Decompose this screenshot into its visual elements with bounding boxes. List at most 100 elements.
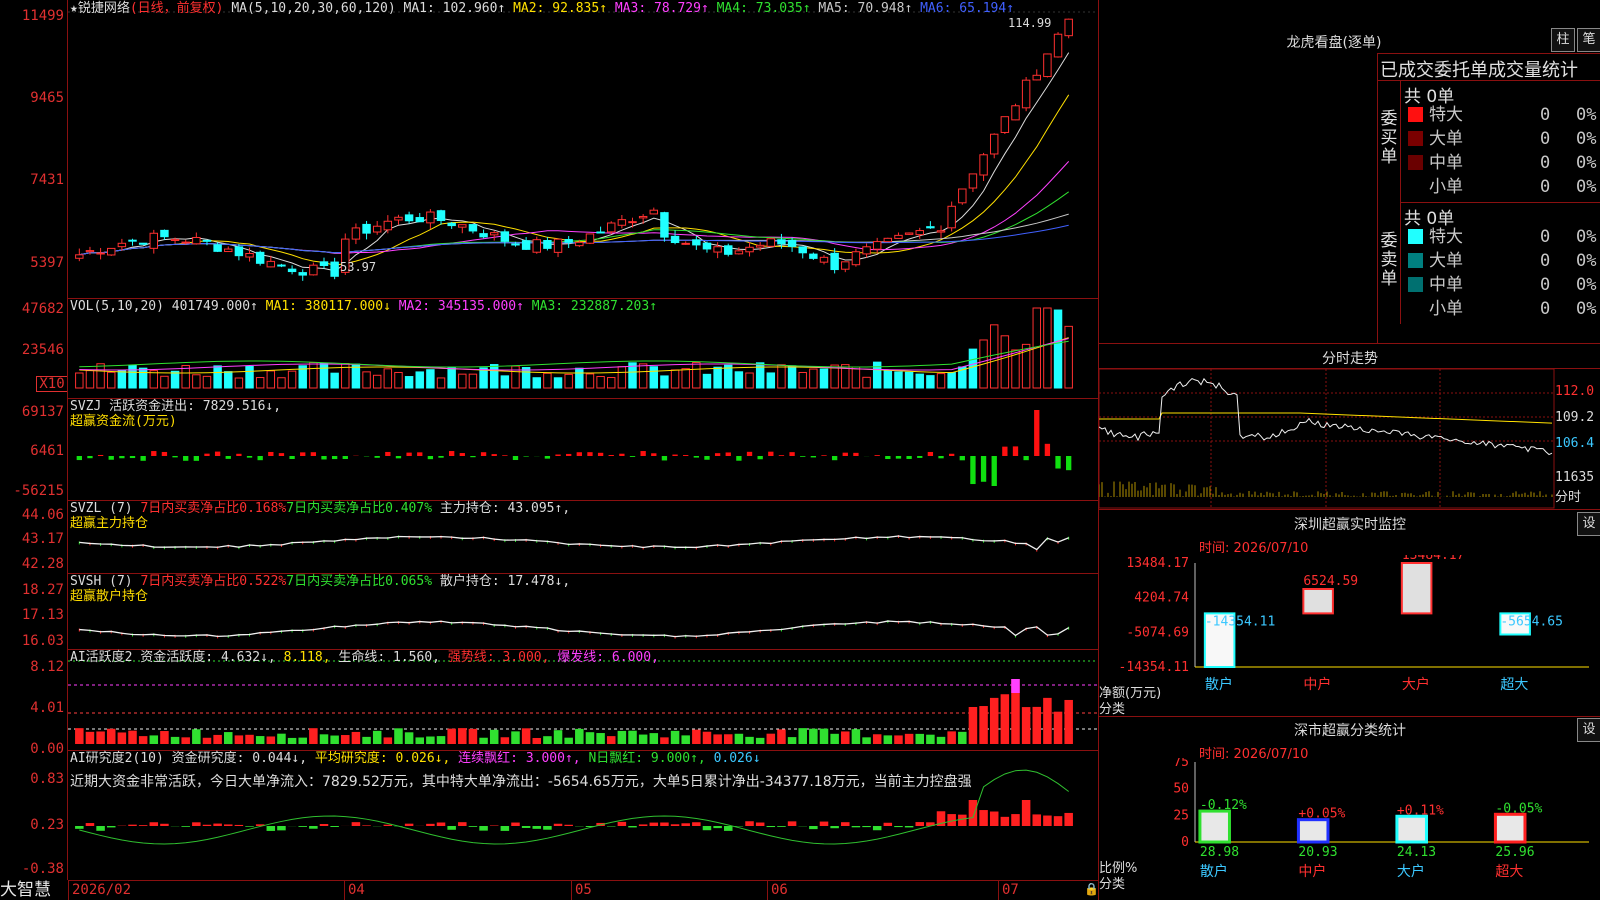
svsh-pane[interactable]: SVSH (7) 7日内买卖净占比0.522%7日内买卖净占比0.065% 散户… (68, 573, 1098, 650)
lock-icon[interactable]: 🔒 (1084, 882, 1099, 896)
volume-bar (638, 363, 648, 389)
date-label: 04 (348, 882, 365, 898)
monitor-chart[interactable]: 13484.17 4204.74 -5074.69 -14354.11 -14354.1… (1099, 555, 1600, 715)
research-bar (851, 826, 861, 828)
class-settings-button[interactable]: 设 (1577, 718, 1600, 742)
axis-label: 69137 (21, 404, 64, 420)
ma-value-4: MA4: 73.035↑ (708, 1, 811, 16)
activity-bar (521, 728, 531, 744)
activity-bar (75, 728, 84, 744)
volume-bar (1053, 309, 1063, 389)
sz-monitor-title: 深圳超赢实时监控 (1294, 517, 1406, 533)
vol-label: VOL(5,10,20) (70, 299, 164, 314)
svzj-pane[interactable]: SVZJ 活跃资金进出: 7829.516↓, 超赢资金流(万元) (68, 398, 1098, 501)
ai-research-pane[interactable]: AI研究度2(10) 资金研究度: 0.044↓, 平均研究度: 0.026↓,… (68, 750, 1098, 881)
volume-bar (160, 375, 169, 389)
activity-bar (1000, 694, 1010, 744)
tick-mode-button[interactable]: 笔 (1577, 28, 1600, 52)
activity-bar (947, 731, 956, 744)
volume-pane[interactable]: VOL(5,10,20) 401749.000↑ MA1: 380117.000… (68, 298, 1098, 399)
candle-body (670, 235, 680, 244)
svzj-bar (268, 451, 274, 456)
activity-bar (532, 737, 542, 744)
activity-bar (479, 737, 488, 744)
candle-body (947, 205, 956, 229)
candle-body (85, 250, 95, 253)
dragon-row: 小单 0 0% (1408, 175, 1600, 199)
axis-label: -56215 (13, 483, 64, 499)
ai-active-pane[interactable]: AI活跃度2 资金活跃度: 4.632↓, 8.118, 生命线: 1.560,… (68, 649, 1098, 751)
activity-bar (830, 733, 839, 744)
kline-pane[interactable]: ★锐捷网络(日线，前复权) MA(5,10,20,30,60,120) MA1:… (68, 0, 1098, 299)
star-icon[interactable]: ★ (70, 1, 78, 16)
intraday-axis: 109.2 (1555, 410, 1595, 425)
date-axis: 2026/02 04 05 06 07 🔒 (68, 880, 1099, 900)
research-bar (245, 826, 254, 827)
monitor-axis-label: -5074.69 (1126, 625, 1189, 640)
class-bar (1493, 812, 1527, 844)
volume-bar (862, 376, 871, 389)
volume-bar (1064, 325, 1073, 389)
class-chart[interactable]: 75 50 25 0 -0.12% 28.98 散户 +0.05% 20.93 中户 +0.11% 2… (1099, 758, 1600, 900)
research-bar (447, 826, 456, 830)
volume-bar (202, 375, 212, 389)
svzj-bar (502, 455, 508, 456)
axis-label: 18.27 (21, 582, 64, 598)
research-bar (362, 825, 371, 826)
svzj-bar (1023, 456, 1029, 461)
activity-bar (1053, 711, 1063, 744)
activity-bar (1064, 699, 1073, 744)
kline-chart[interactable] (68, 0, 1098, 298)
volume-bar (819, 368, 829, 389)
research-bar (181, 826, 190, 827)
research-bar (787, 821, 797, 826)
ai-research-chart[interactable] (68, 750, 1098, 880)
research-bar (830, 826, 839, 829)
monitor-axis-label: -14354.11 (1119, 660, 1189, 675)
intraday-chart[interactable] (1099, 369, 1600, 509)
bar-mode-button[interactable]: 柱 (1551, 28, 1575, 52)
volume-ma-line (79, 337, 1069, 374)
research-bar (915, 822, 924, 826)
axis-label: 23546 (21, 342, 64, 358)
ma-value-2: MA2: 92.835↑ (505, 1, 608, 16)
volume-bar (915, 373, 924, 389)
svzj-bar (651, 453, 657, 456)
ai-research-header: AI研究度2(10) 资金研究度: 0.044↓, 平均研究度: 0.026↓,… (70, 751, 761, 767)
candle-body (1043, 53, 1052, 78)
svzl-pane[interactable]: SVZL (7) 7日内买卖净占比0.168%7日内买卖净占比0.407% 主力… (68, 500, 1098, 574)
dragon-row-label: 大单 (1429, 129, 1463, 149)
candle-body (968, 173, 978, 189)
activity-bar (585, 732, 595, 744)
candle-body (958, 188, 967, 204)
dragon-row-count: 0 (1540, 299, 1551, 319)
research-bar (511, 822, 520, 826)
svzj-bar (672, 454, 678, 456)
class-axis-label: 0 (1181, 835, 1189, 850)
research-bar (383, 824, 393, 826)
activity-bar (287, 737, 297, 744)
svzj-bar (427, 456, 434, 460)
svsh-header: SVSH (7) 7日内买卖净占比0.522%7日内买卖净占比0.065% 散户… (70, 574, 570, 590)
monitor-settings-button[interactable]: 设 (1577, 512, 1600, 536)
dragon-row-count: 0 (1540, 105, 1551, 125)
research-bar (979, 810, 988, 826)
volume-bar (713, 366, 722, 389)
svzj-bar (1034, 410, 1040, 456)
dragon-row-count: 0 (1540, 153, 1551, 173)
volume-bar (681, 368, 690, 389)
candle-body (224, 248, 233, 253)
svzj-bar (853, 452, 859, 456)
candle-body (713, 246, 722, 253)
ma-value-3: MA3: 78.729↑ (607, 1, 709, 16)
class-category: 超大 (1495, 864, 1523, 880)
volume-bar (702, 373, 712, 389)
activity-bar (883, 735, 893, 744)
activity-bar (841, 731, 850, 744)
intraday-axis: 106.4 (1555, 436, 1595, 451)
svzj-bar (736, 456, 742, 461)
class-value-label: 20.93 (1298, 845, 1337, 860)
candle-body (415, 217, 424, 223)
stock-mode[interactable]: (日线，前复权) (130, 1, 224, 16)
svzj-bar (619, 453, 625, 456)
